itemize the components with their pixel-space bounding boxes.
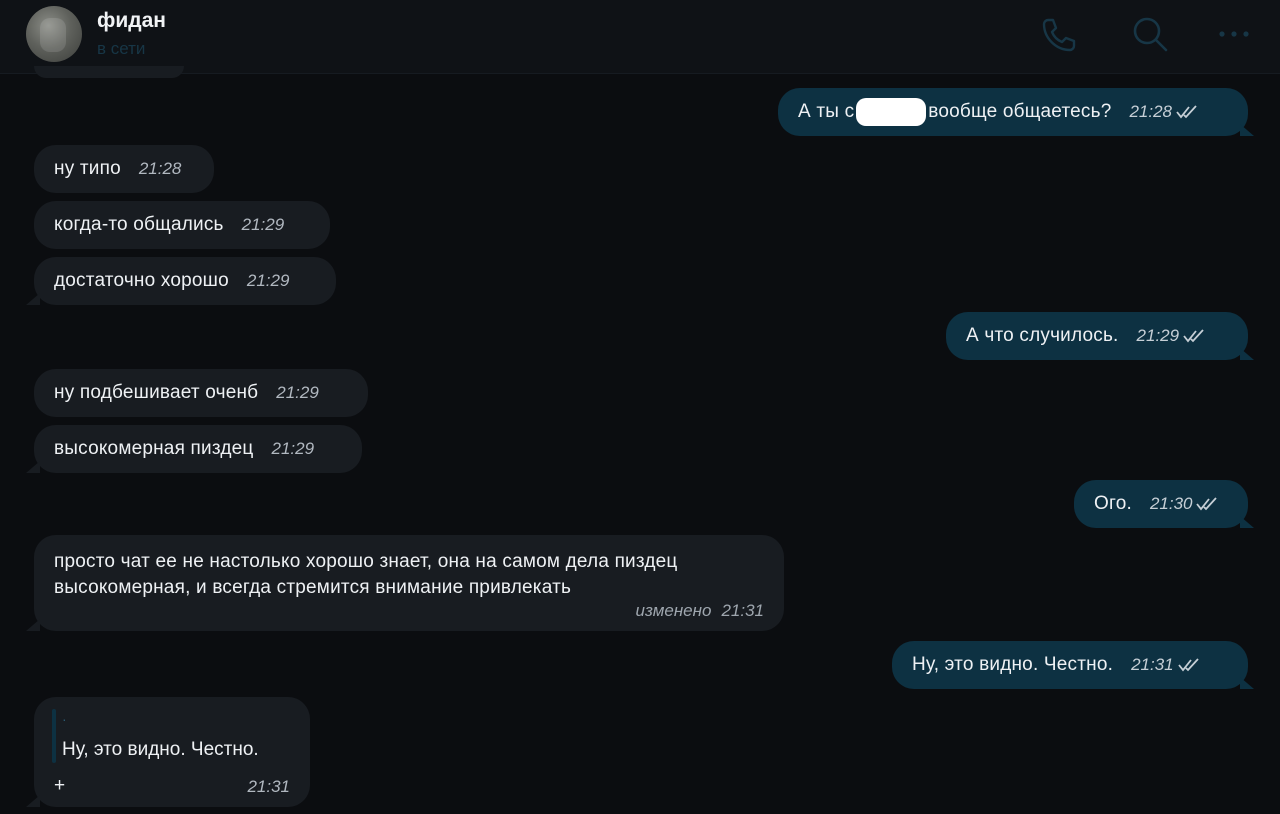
bubble-tail xyxy=(1240,677,1254,689)
edited-info: изменено 21:31 xyxy=(636,601,764,621)
reply-quote-author: · xyxy=(62,711,67,727)
message-text: Ну, это видно. Честно. xyxy=(912,654,1114,675)
message-time: 21:30 xyxy=(1149,494,1193,513)
message-outgoing[interactable]: А ты с вообще общаетесь? 21:28 xyxy=(778,88,1248,136)
message-incoming[interactable]: когда-то общались 21:29 xyxy=(34,201,330,249)
reply-quote-text[interactable]: Ну, это видно. Честно. xyxy=(62,739,259,761)
double-check-icon xyxy=(1183,329,1204,343)
message-text: достаточно хорошо xyxy=(54,270,229,291)
bubble-tail xyxy=(1240,516,1254,528)
bubble-tail xyxy=(1240,124,1254,136)
more-icon[interactable] xyxy=(1214,14,1254,54)
message-incoming[interactable]: высокомерная пиздец 21:29 xyxy=(34,425,362,473)
phone-icon[interactable] xyxy=(1040,14,1080,54)
message-text: просто чат ее не настолько хорошо знает,… xyxy=(54,549,678,601)
message-time: 21:28 xyxy=(138,159,182,178)
message-text: высокомерная пиздец xyxy=(54,438,254,459)
message-time: 21:28 xyxy=(1129,102,1173,121)
message-time: 21:31 xyxy=(247,777,290,796)
chat-header: фидан в сети xyxy=(0,0,1280,74)
message-time: 21:29 xyxy=(271,439,315,458)
message-text: Ого. xyxy=(1094,493,1132,514)
message-text: А что случилось. xyxy=(966,325,1119,346)
contact-status: в сети xyxy=(97,39,146,58)
message-time: 21:29 xyxy=(276,383,319,402)
message-time: 21:31 xyxy=(1131,655,1174,674)
message-text-line: просто чат ее не настолько хорошо знает,… xyxy=(54,551,678,572)
message-text: ну типо xyxy=(54,158,121,179)
message-time: 21:31 xyxy=(721,601,764,620)
bubble-tail xyxy=(1240,348,1254,360)
search-icon[interactable] xyxy=(1130,14,1170,54)
edited-label: изменено xyxy=(635,601,712,620)
reply-quote-bar xyxy=(52,709,56,763)
contact-name[interactable]: фидан xyxy=(97,9,166,33)
double-check-icon xyxy=(1196,497,1218,511)
message-incoming[interactable]: просто чат ее не настолько хорошо знает,… xyxy=(34,535,784,631)
message-incoming-reply[interactable]: · Ну, это видно. Честно. + 21:31 xyxy=(34,697,310,807)
redacted-name xyxy=(856,98,927,126)
message-text: + xyxy=(54,775,66,796)
message-time: 21:29 xyxy=(241,215,285,234)
double-check-icon xyxy=(1177,658,1199,672)
message-text: вообще общаетесь? xyxy=(928,101,1112,123)
message-outgoing[interactable]: Ну, это видно. Честно. 21:31 xyxy=(892,641,1248,689)
message-text-line: высокомерная, и всегда стремится внимани… xyxy=(54,577,572,598)
message-outgoing[interactable]: Ого. 21:30 xyxy=(1074,480,1248,528)
message-incoming[interactable]: ну подбешивает оченб 21:29 xyxy=(34,369,368,417)
message-outgoing[interactable]: А что случилось. 21:29 xyxy=(946,312,1248,360)
message-text: А ты с xyxy=(798,101,855,123)
double-check-icon xyxy=(1176,105,1197,119)
message-time: 21:29 xyxy=(1136,326,1180,345)
message-text: когда-то общались xyxy=(54,214,224,235)
message-incoming[interactable]: ну типо 21:28 xyxy=(34,145,214,193)
message-time: 21:29 xyxy=(246,271,290,290)
avatar[interactable] xyxy=(26,6,82,62)
previous-message-edge xyxy=(34,66,184,78)
message-text: ну подбешивает оченб xyxy=(54,382,259,403)
message-incoming[interactable]: достаточно хорошо 21:29 xyxy=(34,257,336,305)
